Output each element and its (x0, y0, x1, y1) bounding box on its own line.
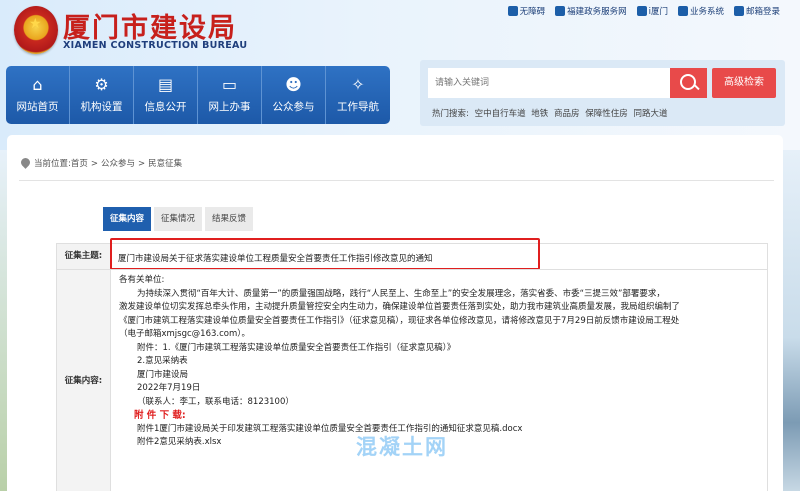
org-chart-icon: ⚙ (94, 75, 109, 94)
body-line: 为持续深入贯彻“百年大计、质量第一”的质量强国战略，践行“人民至上、生命至上”的… (137, 288, 665, 299)
hot-search-term[interactable]: 同路大道 (633, 109, 667, 119)
tab-result-feedback[interactable]: 结果反馈 (205, 207, 254, 231)
attachments-intro: 附件：1.《厦门市建筑工程落实建设单位质量安全首要责任工作指引（征求意见稿）》 (137, 342, 456, 353)
nav-online-services[interactable]: ▭ 网上办事 (198, 66, 262, 124)
breadcrumb-item-opinion[interactable]: 民意征集 (148, 159, 182, 169)
nav-public-participation[interactable]: ☻ 公众参与 (262, 66, 326, 124)
tab-collection-status[interactable]: 征集情况 (154, 207, 203, 231)
search-button[interactable] (670, 68, 707, 98)
subject-highlight-box (110, 238, 540, 270)
document-icon: ▤ (157, 75, 174, 94)
top-link-ixiamen[interactable]: i厦门 (636, 5, 668, 17)
service-icon (555, 6, 566, 16)
greeting: 各有关单位: (119, 275, 165, 285)
row-divider (57, 269, 767, 270)
hot-search-term[interactable]: 商品房 (554, 109, 580, 119)
top-link-fujian-service[interactable]: 福建政务服务网 (555, 5, 627, 17)
advanced-search-button[interactable]: 高级检索 (712, 68, 776, 98)
nav-work-guide[interactable]: ✧ 工作导航 (326, 66, 390, 124)
home-icon: ⌂ (32, 75, 43, 94)
nav-info-disclosure[interactable]: ▤ 信息公开 (134, 66, 198, 124)
watermark: 混凝土网 (356, 435, 448, 459)
nav-label: 网站首页 (16, 101, 59, 113)
subject-label: 征集主题: (57, 244, 111, 269)
location-pin-icon (19, 156, 32, 169)
nav-organization[interactable]: ⚙ 机构设置 (70, 66, 134, 124)
content-label: 征集内容: (57, 270, 111, 491)
main-nav: ⌂ 网站首页 ⚙ 机构设置 ▤ 信息公开 ▭ 网上办事 ☻ 公众参与 ✧ 工作导… (6, 66, 390, 124)
date: 2022年7月19日 (137, 383, 201, 393)
hot-search-term[interactable]: 空中自行车道 (475, 109, 526, 119)
nav-label: 信息公开 (144, 101, 187, 113)
search-input[interactable] (428, 68, 670, 98)
site-header: ★ 厦门市建设局 XIAMEN CONSTRUCTION BUREAU 无障碍 … (0, 0, 800, 150)
breadcrumb-prefix: 当前位置: (34, 159, 71, 169)
attachment-item: 2.意见采纳表 (137, 356, 188, 366)
accessibility-icon (507, 6, 518, 16)
hot-search-term[interactable]: 地铁 (531, 109, 548, 119)
body-line: （电子邮箱xmjsgc@163.com）。 (119, 329, 250, 339)
compass-icon: ✧ (351, 75, 365, 94)
nav-label: 机构设置 (80, 101, 123, 113)
hot-search-label: 热门搜索: (432, 109, 469, 119)
ixiamen-icon (636, 6, 647, 16)
search-panel: 高级检索 热门搜索: 空中自行车道 地铁 商品房 保障性住房 同路大道 (420, 60, 785, 126)
nav-home[interactable]: ⌂ 网站首页 (6, 66, 70, 124)
background-scenery (783, 150, 800, 491)
nav-label: 网上办事 (208, 101, 251, 113)
background-scenery (0, 150, 7, 491)
national-emblem-icon: ★ (14, 6, 58, 54)
top-links: 无障碍 福建政务服务网 i厦门 业务系统 邮箱登录 (507, 5, 780, 17)
contact-info: （联系人：李工，联系电话：8123100） (137, 396, 294, 407)
breadcrumb-item-home[interactable]: 首页 (71, 159, 88, 169)
mail-icon (733, 6, 744, 16)
hot-search-term[interactable]: 保障性住房 (585, 109, 628, 119)
top-link-mail-login[interactable]: 邮箱登录 (733, 5, 780, 17)
breadcrumb: 当前位置:首页 > 公众参与 > 民意征集 (19, 156, 182, 169)
nav-label: 工作导航 (337, 101, 379, 113)
breadcrumb-item-participation[interactable]: 公众参与 (101, 159, 135, 169)
body-line: 《厦门市建筑工程落实建设单位质量安全首要责任工作指引》（征求意见稿），现征求各单… (119, 315, 680, 326)
signature: 厦门市建设局 (137, 369, 189, 380)
site-subtitle: XIAMEN CONSTRUCTION BUREAU (63, 40, 248, 51)
computer-icon: ▭ (221, 75, 238, 94)
hot-searches: 热门搜索: 空中自行车道 地铁 商品房 保障性住房 同路大道 (432, 107, 670, 119)
system-icon (677, 6, 688, 16)
body-line: 激发建设单位切实发挥总牵头作用，主动提升质量管控安全内生动力，确保建设单位首要责… (119, 302, 681, 312)
top-link-business-system[interactable]: 业务系统 (677, 5, 724, 17)
nav-label: 公众参与 (272, 101, 315, 113)
people-icon: ☻ (285, 75, 302, 94)
divider (19, 180, 774, 181)
tab-bar: 征集内容 征集情况 结果反馈 (103, 207, 254, 231)
top-link-accessibility[interactable]: 无障碍 (507, 5, 545, 17)
tab-collection-content[interactable]: 征集内容 (103, 207, 152, 231)
download-title: 附 件 下 载: (134, 410, 186, 421)
collection-content: 各有关单位: 为持续深入贯彻“百年大计、质量第一”的质量强国战略，践行“人民至上… (119, 274, 759, 450)
